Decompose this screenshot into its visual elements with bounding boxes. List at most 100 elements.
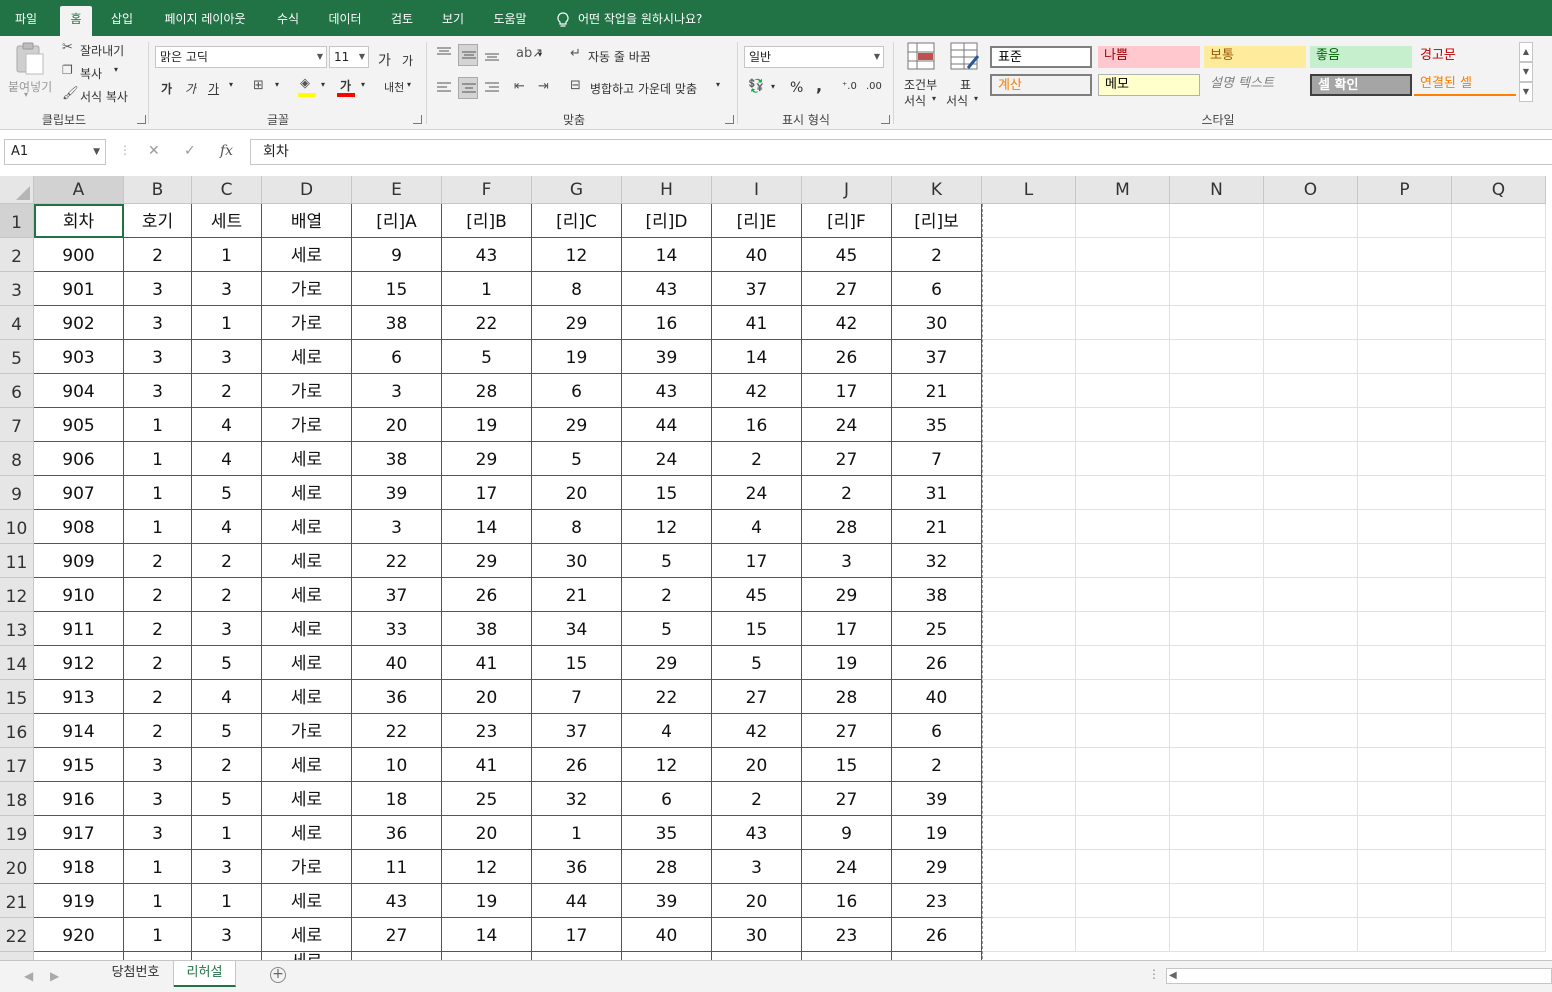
- table-cell[interactable]: [1452, 272, 1546, 306]
- table-cell[interactable]: [1170, 544, 1264, 578]
- table-cell[interactable]: 2: [712, 442, 802, 476]
- table-cell[interactable]: 32: [892, 544, 982, 578]
- table-cell[interactable]: 1: [532, 816, 622, 850]
- table-cell[interactable]: [982, 714, 1076, 748]
- table-cell[interactable]: 가로: [262, 272, 352, 306]
- table-cell[interactable]: 22: [352, 714, 442, 748]
- cell-style-8[interactable]: 설명 텍스트: [1204, 74, 1306, 96]
- table-cell[interactable]: [1170, 408, 1264, 442]
- row-header-20[interactable]: 20: [0, 850, 34, 884]
- table-cell[interactable]: 1: [124, 850, 192, 884]
- table-cell[interactable]: [1358, 238, 1452, 272]
- table-cell[interactable]: 5: [622, 612, 712, 646]
- table-cell[interactable]: 3: [802, 544, 892, 578]
- table-cell[interactable]: 18: [352, 782, 442, 816]
- table-cell[interactable]: [532, 952, 622, 960]
- table-cell[interactable]: [1264, 850, 1358, 884]
- table-cell[interactable]: [352, 952, 442, 960]
- table-cell[interactable]: 3: [192, 272, 262, 306]
- chevron-down-icon[interactable]: ▾: [361, 80, 365, 89]
- chevron-down-icon[interactable]: ▾: [321, 80, 325, 89]
- sheet-tab[interactable]: 당첨번호: [98, 961, 174, 987]
- table-cell[interactable]: [1170, 340, 1264, 374]
- header-cell[interactable]: [1264, 204, 1358, 238]
- table-cell[interactable]: 31: [892, 476, 982, 510]
- table-cell[interactable]: 43: [622, 374, 712, 408]
- header-cell[interactable]: 회차: [34, 204, 124, 238]
- table-cell[interactable]: 14: [442, 510, 532, 544]
- row-header-13[interactable]: 13: [0, 612, 34, 646]
- tab-home[interactable]: 홈: [60, 6, 92, 36]
- table-cell[interactable]: 5: [712, 646, 802, 680]
- row-header-8[interactable]: 8: [0, 442, 34, 476]
- table-cell[interactable]: 912: [34, 646, 124, 680]
- tab-review[interactable]: 검토: [378, 0, 426, 36]
- cell-style-3[interactable]: 보통: [1204, 46, 1306, 68]
- next-sheet-icon[interactable]: ▶: [50, 969, 59, 983]
- table-cell[interactable]: [1452, 714, 1546, 748]
- table-cell[interactable]: 907: [34, 476, 124, 510]
- table-cell[interactable]: [1452, 340, 1546, 374]
- table-cell[interactable]: [1170, 272, 1264, 306]
- table-cell[interactable]: [1170, 918, 1264, 952]
- table-cell[interactable]: [982, 612, 1076, 646]
- table-cell[interactable]: 10: [352, 748, 442, 782]
- table-cell[interactable]: [982, 544, 1076, 578]
- align-bottom-button[interactable]: [484, 46, 502, 64]
- table-cell[interactable]: 43: [352, 884, 442, 918]
- row-header-7[interactable]: 7: [0, 408, 34, 442]
- table-cell[interactable]: 27: [802, 442, 892, 476]
- table-cell[interactable]: [1264, 476, 1358, 510]
- table-cell[interactable]: [1452, 306, 1546, 340]
- table-cell[interactable]: [1264, 748, 1358, 782]
- table-cell[interactable]: 22: [352, 544, 442, 578]
- table-cell[interactable]: 1: [124, 918, 192, 952]
- clipboard-launcher-icon[interactable]: [137, 115, 146, 124]
- table-cell[interactable]: 2: [124, 612, 192, 646]
- table-cell[interactable]: 40: [352, 646, 442, 680]
- table-cell[interactable]: 17: [532, 918, 622, 952]
- table-cell[interactable]: [1076, 340, 1170, 374]
- cell-style-1[interactable]: 표준: [990, 46, 1092, 68]
- column-header-k[interactable]: K: [892, 176, 982, 204]
- table-cell[interactable]: 39: [892, 782, 982, 816]
- table-cell[interactable]: 28: [442, 374, 532, 408]
- fill-color-button[interactable]: ◈: [298, 76, 318, 98]
- table-cell[interactable]: 901: [34, 272, 124, 306]
- column-header-m[interactable]: M: [1076, 176, 1170, 204]
- table-cell[interactable]: 5: [442, 340, 532, 374]
- table-cell[interactable]: 3: [352, 374, 442, 408]
- table-cell[interactable]: 35: [892, 408, 982, 442]
- header-cell[interactable]: [982, 204, 1076, 238]
- table-cell[interactable]: [1076, 714, 1170, 748]
- column-header-n[interactable]: N: [1170, 176, 1264, 204]
- table-cell[interactable]: [1076, 748, 1170, 782]
- table-cell[interactable]: 25: [442, 782, 532, 816]
- column-header-j[interactable]: J: [802, 176, 892, 204]
- table-cell[interactable]: [1452, 408, 1546, 442]
- table-cell[interactable]: 17: [442, 476, 532, 510]
- shrink-font-button[interactable]: 가: [402, 52, 413, 69]
- header-cell[interactable]: [리]B: [442, 204, 532, 238]
- table-cell[interactable]: 12: [442, 850, 532, 884]
- table-cell[interactable]: [1076, 272, 1170, 306]
- table-cell[interactable]: [1358, 884, 1452, 918]
- number-format-select[interactable]: 일반 ▼: [744, 46, 884, 68]
- table-cell[interactable]: [1452, 680, 1546, 714]
- name-box[interactable]: A1 ▼: [4, 139, 106, 165]
- table-cell[interactable]: [1358, 306, 1452, 340]
- row-header-6[interactable]: 6: [0, 374, 34, 408]
- table-cell[interactable]: 3: [124, 340, 192, 374]
- table-cell[interactable]: 19: [802, 646, 892, 680]
- formula-input[interactable]: 회차: [250, 139, 1552, 165]
- table-cell[interactable]: [1452, 442, 1546, 476]
- table-cell[interactable]: 17: [802, 374, 892, 408]
- currency-icon[interactable]: 💱: [748, 79, 764, 94]
- table-cell[interactable]: [1170, 374, 1264, 408]
- font-name-select[interactable]: 맑은 고딕 ▼: [155, 46, 327, 68]
- table-cell[interactable]: [1452, 816, 1546, 850]
- table-cell[interactable]: [1076, 850, 1170, 884]
- merge-center-button[interactable]: ⊟ 병합하고 가운데 맞춤 ▾: [570, 78, 726, 98]
- add-sheet-button[interactable]: +: [270, 967, 286, 983]
- table-cell[interactable]: 3: [124, 782, 192, 816]
